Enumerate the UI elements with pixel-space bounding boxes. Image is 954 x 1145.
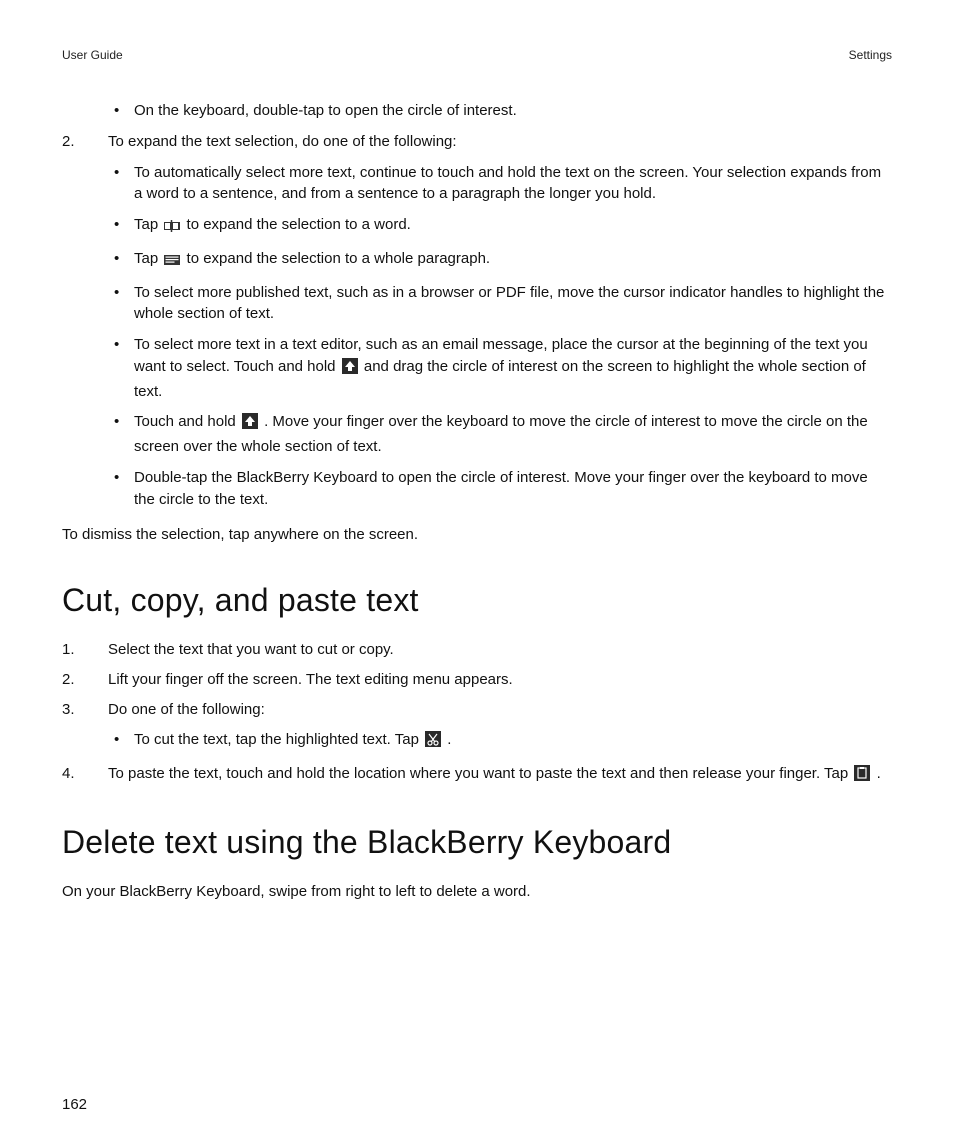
step-number: 3. xyxy=(62,699,92,721)
list-item: Tap to expand the selection to a whole p… xyxy=(114,248,892,273)
step-2: 2. To expand the text selection, do one … xyxy=(62,131,892,511)
shift-icon xyxy=(242,413,258,436)
page-number: 162 xyxy=(62,1096,87,1113)
step-lead: To expand the text selection, do one of … xyxy=(108,133,457,150)
list-item: On the keyboard, double-tap to open the … xyxy=(114,100,892,122)
step-3: 3. Do one of the following: To cut the t… xyxy=(62,699,892,755)
text: Touch and hold xyxy=(134,413,240,430)
text: To cut the text, tap the highlighted tex… xyxy=(134,731,423,748)
select-paragraph-icon xyxy=(164,251,180,273)
text: Tap xyxy=(134,216,162,233)
cut-icon xyxy=(425,731,441,754)
step-text: . xyxy=(877,765,881,782)
delete-body: On your BlackBerry Keyboard, swipe from … xyxy=(62,881,892,903)
list-item: Double-tap the BlackBerry Keyboard to op… xyxy=(114,467,892,511)
step-2: 2. Lift your finger off the screen. The … xyxy=(62,669,892,691)
list-item: To select more published text, such as i… xyxy=(114,282,892,326)
paste-icon xyxy=(854,765,870,788)
text: . xyxy=(447,731,451,748)
text: to expand the selection to a word. xyxy=(187,216,411,233)
step-4: 4. To paste the text, touch and hold the… xyxy=(62,763,892,788)
step-number: 1. xyxy=(62,639,92,661)
step-1: 1. Select the text that you want to cut … xyxy=(62,639,892,661)
list-item: To cut the text, tap the highlighted tex… xyxy=(114,729,892,754)
step-number: 2. xyxy=(62,131,92,153)
selection-steps: On the keyboard, double-tap to open the … xyxy=(62,100,892,510)
step-continued: On the keyboard, double-tap to open the … xyxy=(62,100,892,122)
header-right: Settings xyxy=(849,48,892,62)
list-item: To select more text in a text editor, su… xyxy=(114,334,892,402)
header-left: User Guide xyxy=(62,48,123,62)
dismiss-note: To dismiss the selection, tap anywhere o… xyxy=(62,524,892,546)
select-word-icon xyxy=(164,217,180,239)
running-header: User Guide Settings xyxy=(62,48,892,62)
heading-delete-text: Delete text using the BlackBerry Keyboar… xyxy=(62,824,892,861)
ccp-steps: 1. Select the text that you want to cut … xyxy=(62,639,892,788)
text: to expand the selection to a whole parag… xyxy=(187,250,491,267)
step-number: 2. xyxy=(62,669,92,691)
step-text: To paste the text, touch and hold the lo… xyxy=(108,765,852,782)
shift-icon xyxy=(342,358,358,381)
list-item: Touch and hold . Move your finger over t… xyxy=(114,411,892,458)
text: Tap xyxy=(134,250,162,267)
step-text: Do one of the following: xyxy=(108,701,265,718)
list-item: To automatically select more text, conti… xyxy=(114,162,892,206)
list-item: Tap to expand the selection to a word. xyxy=(114,214,892,239)
heading-cut-copy-paste: Cut, copy, and paste text xyxy=(62,582,892,619)
step-number: 4. xyxy=(62,763,92,785)
step-text: Lift your finger off the screen. The tex… xyxy=(108,671,513,688)
step-text: Select the text that you want to cut or … xyxy=(108,641,394,658)
